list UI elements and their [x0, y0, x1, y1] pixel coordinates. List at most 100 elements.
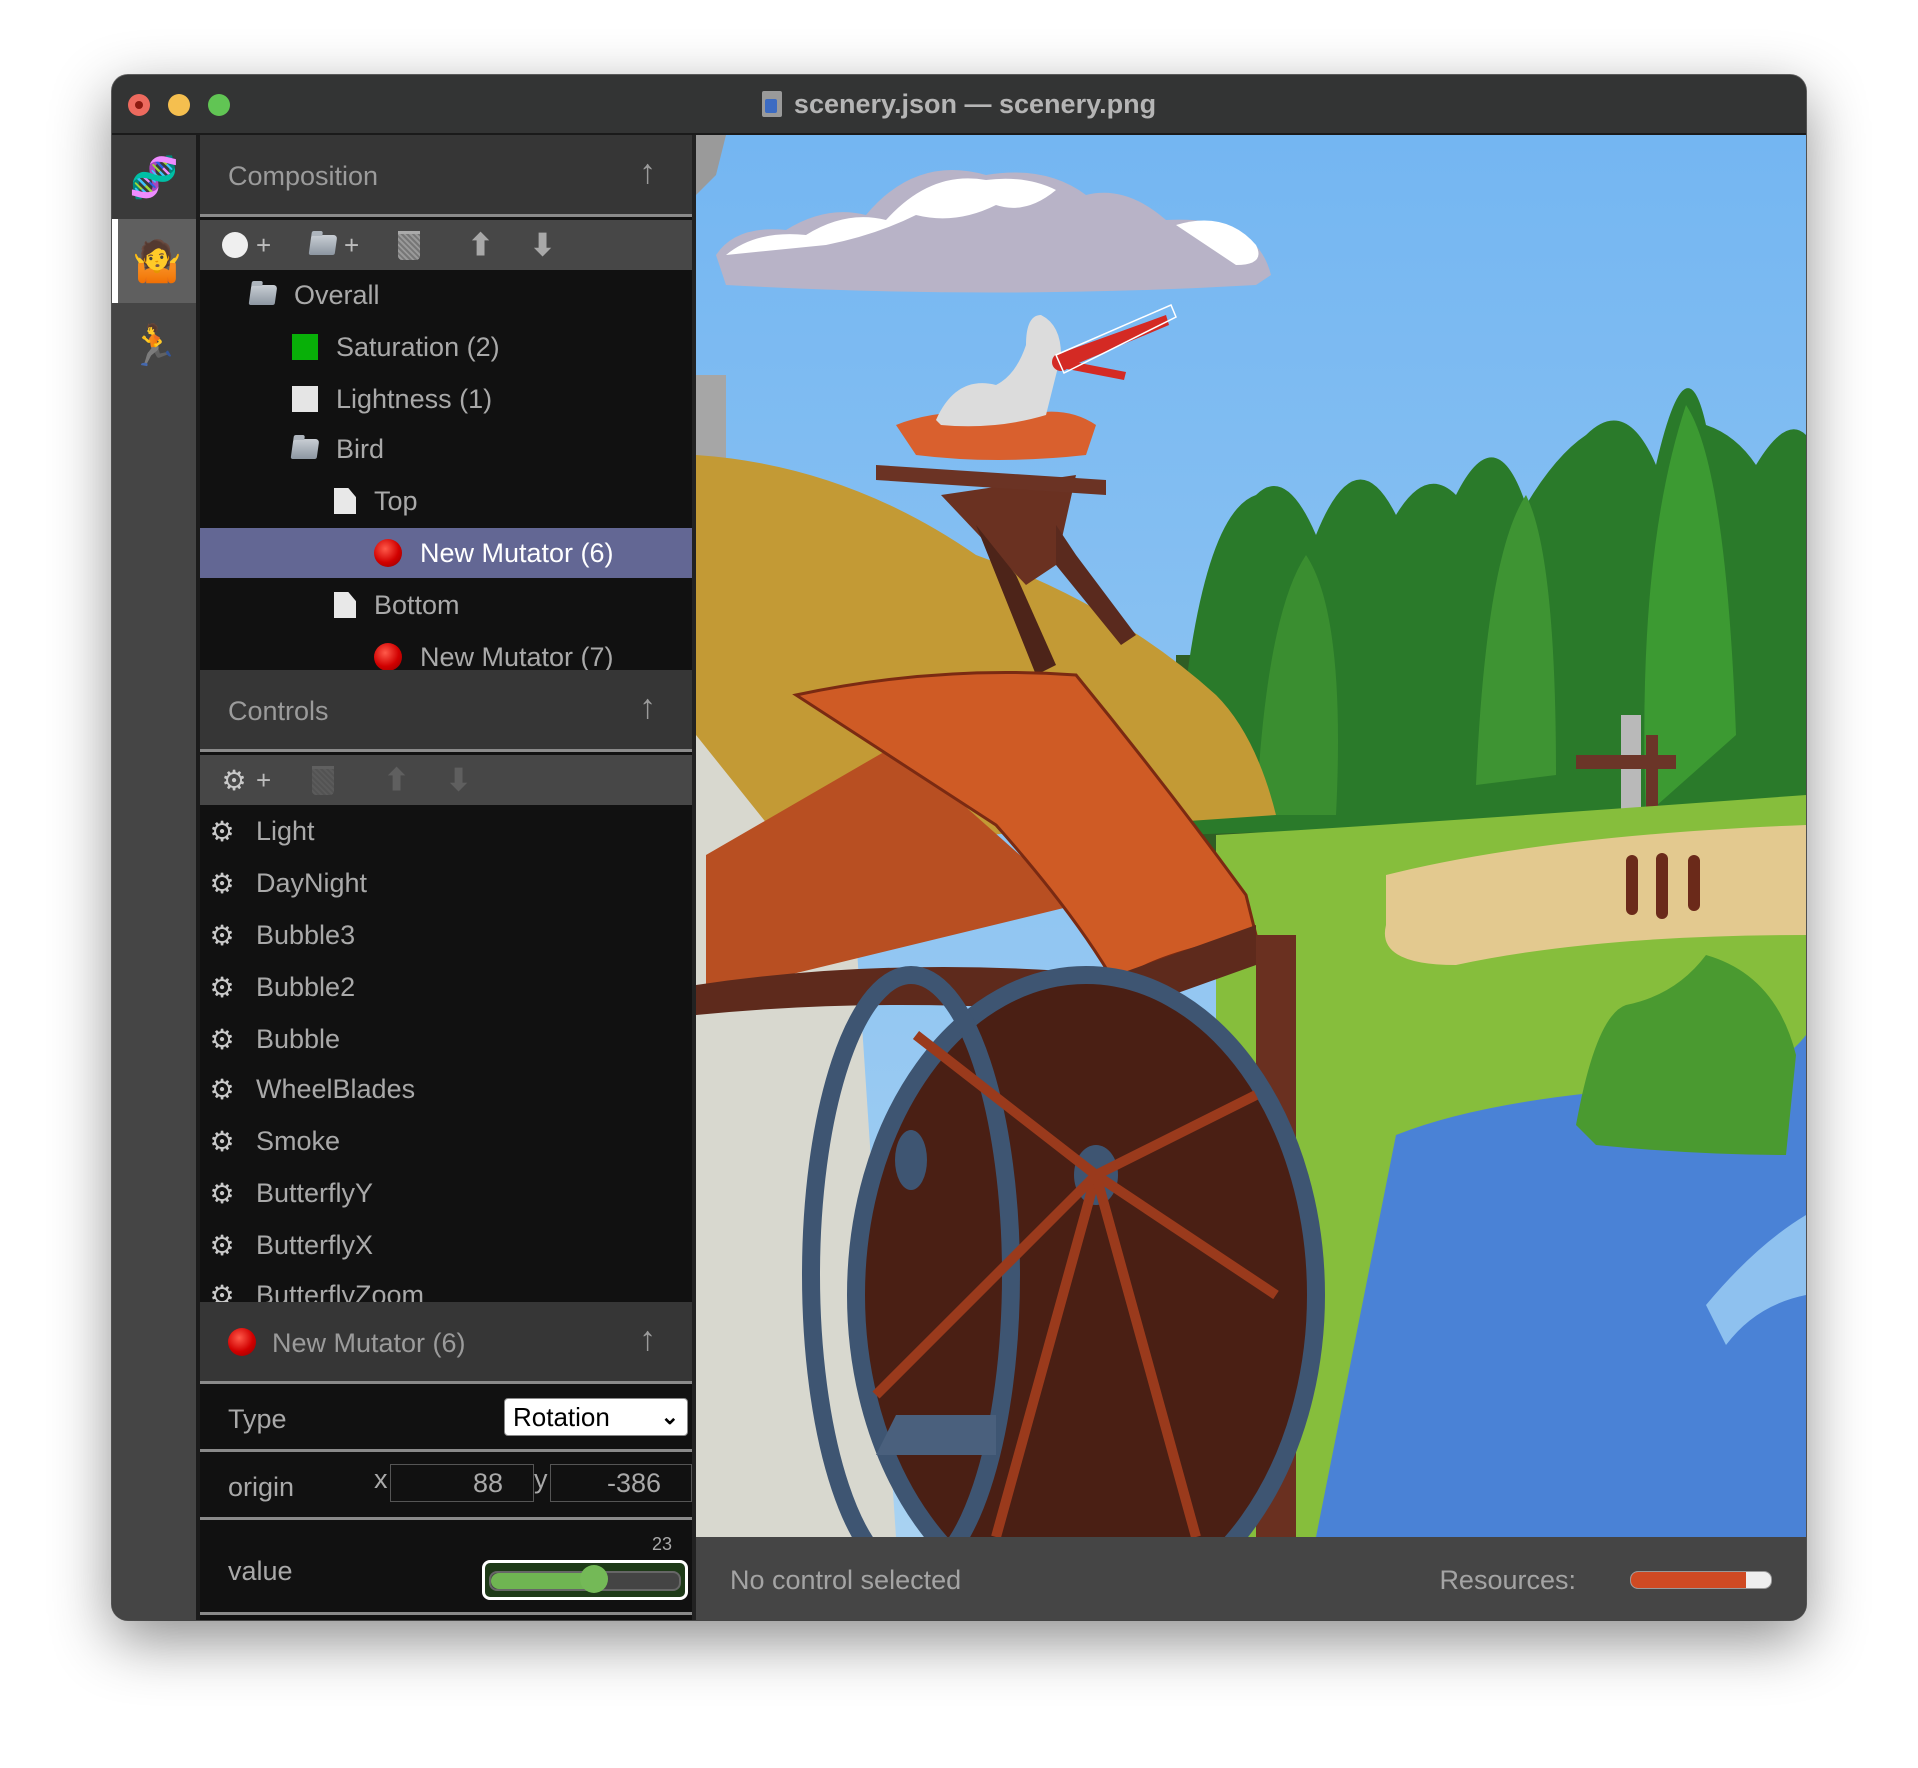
move-control-down-button[interactable]: ⬇ [446, 763, 471, 797]
mutator-header[interactable]: New Mutator (6) ↑ [200, 1302, 692, 1384]
gear-icon: ⚙ [209, 1229, 235, 1261]
tree-item[interactable]: Bird [200, 424, 692, 474]
dna-icon: 🧬 [129, 155, 179, 200]
add-mutator-button[interactable]: + [222, 228, 271, 262]
move-control-up-button[interactable]: ⬆ [384, 763, 409, 797]
collapse-controls-icon[interactable]: ↑ [639, 688, 656, 727]
tree-item[interactable]: Top [200, 476, 692, 526]
control-item[interactable]: ⚙ ButterflyY [200, 1167, 692, 1219]
tree-item[interactable]: Overall [200, 270, 692, 320]
trash-icon [312, 765, 334, 795]
mode-character[interactable]: 🤷 [112, 219, 196, 303]
left-panel: Composition ↑ + + ⬆ ⬇ Overall Saturation… [200, 135, 696, 1620]
app-window: scenery.json — scenery.png 🧬 🤷 🏃 Composi… [112, 75, 1806, 1620]
status-bar: No control selected Resources: [696, 1537, 1806, 1620]
window-title: scenery.json — scenery.png [112, 89, 1806, 120]
arrow-down-icon: ⬇ [530, 228, 556, 262]
tree-item-selected[interactable]: New Mutator (6) [200, 528, 692, 578]
running-person-icon: 🏃 [129, 323, 179, 368]
tree-item[interactable]: Saturation (2) [200, 322, 692, 372]
gear-icon: ⚙ [209, 1279, 235, 1303]
plus-icon: + [256, 229, 272, 260]
control-item[interactable]: ⚙ Light [200, 805, 692, 857]
tree-item[interactable]: New Mutator (7) [200, 632, 692, 670]
red-dot-icon [374, 539, 402, 567]
type-select-value: Rotation [513, 1402, 610, 1432]
gear-icon: ⚙ [209, 1125, 235, 1157]
controls-toolbar: ⚙ + ⬆ ⬇ [200, 755, 692, 805]
move-down-button[interactable]: ⬇ [530, 228, 555, 262]
control-item[interactable]: ⚙ Bubble2 [200, 961, 692, 1013]
tree-item-label: Saturation (2) [336, 331, 500, 362]
control-item[interactable]: ⚙ Bubble3 [200, 909, 692, 961]
value-readout: 23 [651, 1534, 672, 1554]
control-item[interactable]: ⚙ ButterflyX [200, 1219, 692, 1271]
origin-y-label: y [534, 1464, 548, 1494]
gear-icon: ⚙ [221, 764, 247, 796]
plus-icon: + [256, 764, 272, 795]
mode-composition[interactable]: 🧬 [112, 135, 196, 219]
folder-icon [248, 285, 278, 305]
gear-icon: ⚙ [209, 867, 235, 899]
tree-item[interactable]: Lightness (1) [200, 374, 692, 424]
scene-illustration [696, 135, 1806, 1537]
resources-bar-fill [1631, 1572, 1746, 1588]
control-item[interactable]: ⚙ WheelBlades [200, 1063, 692, 1115]
control-item[interactable]: ⚙ Smoke [200, 1115, 692, 1167]
origin-label: origin [228, 1472, 295, 1502]
mutator-title: New Mutator (6) [272, 1328, 466, 1358]
document-icon [761, 91, 782, 117]
type-select[interactable]: Rotation ⌄ [504, 1398, 688, 1436]
composition-header[interactable]: Composition ↑ [200, 135, 692, 217]
circle-icon [222, 232, 248, 258]
control-item-label: Bubble3 [256, 919, 356, 950]
scene-canvas[interactable] [696, 135, 1806, 1537]
arrow-up-icon: ⬆ [384, 763, 410, 797]
chevron-down-icon: ⌄ [660, 1404, 679, 1429]
add-control-button[interactable]: ⚙ + [220, 763, 271, 797]
controls-list: ⚙ Light ⚙ DayNight ⚙ Bubble3 ⚙ Bubble2 ⚙ Bubb… [200, 805, 692, 1303]
slider-thumb[interactable] [580, 1565, 609, 1593]
gear-icon: ⚙ [209, 815, 235, 847]
gear-icon: ⚙ [209, 919, 235, 951]
control-item-label: Smoke [256, 1125, 341, 1156]
control-item[interactable]: ⚙ DayNight [200, 857, 692, 909]
controls-title: Controls [228, 696, 329, 726]
folder-icon [290, 439, 320, 459]
value-slider[interactable] [482, 1560, 688, 1600]
shrug-person-icon: 🤷 [132, 239, 182, 284]
control-item[interactable]: ⚙ ButterflyZoom [200, 1269, 692, 1303]
collapse-composition-icon[interactable]: ↑ [639, 153, 656, 192]
resources-label: Resources: [1439, 1565, 1576, 1595]
white-square-icon [292, 386, 318, 412]
composition-title: Composition [228, 161, 379, 191]
arrow-down-icon: ⬇ [446, 763, 472, 797]
arrow-up-icon: ⬆ [468, 228, 494, 262]
type-row: Type Rotation ⌄ [200, 1384, 692, 1452]
red-dot-icon [228, 1328, 256, 1356]
tree-item-label: New Mutator (6) [420, 537, 614, 568]
add-folder-button[interactable]: + [308, 228, 359, 262]
trash-icon [398, 230, 420, 260]
delete-control-button[interactable] [312, 763, 334, 797]
title-bar: scenery.json — scenery.png [112, 75, 1806, 135]
tree-item-label: Top [374, 485, 418, 516]
green-square-icon [292, 334, 318, 360]
page-icon [334, 488, 356, 514]
slider-fill [491, 1573, 595, 1589]
mode-sidebar: 🧬 🤷 🏃 [112, 135, 200, 1620]
gear-icon: ⚙ [209, 1177, 235, 1209]
delete-button[interactable] [398, 228, 420, 262]
origin-y-input[interactable]: -386 [550, 1464, 692, 1502]
resources-bar [1630, 1571, 1772, 1589]
page-icon [334, 592, 356, 618]
origin-x-input[interactable]: 88 [390, 1464, 534, 1502]
control-item[interactable]: ⚙ Bubble [200, 1013, 692, 1065]
tree-item-label: Overall [294, 279, 380, 310]
tree-item-label: Lightness (1) [336, 383, 493, 414]
mode-animation[interactable]: 🏃 [112, 303, 196, 387]
collapse-mutator-icon[interactable]: ↑ [639, 1320, 656, 1359]
controls-header[interactable]: Controls ↑ [200, 670, 692, 752]
tree-item[interactable]: Bottom [200, 580, 692, 630]
move-up-button[interactable]: ⬆ [468, 228, 493, 262]
